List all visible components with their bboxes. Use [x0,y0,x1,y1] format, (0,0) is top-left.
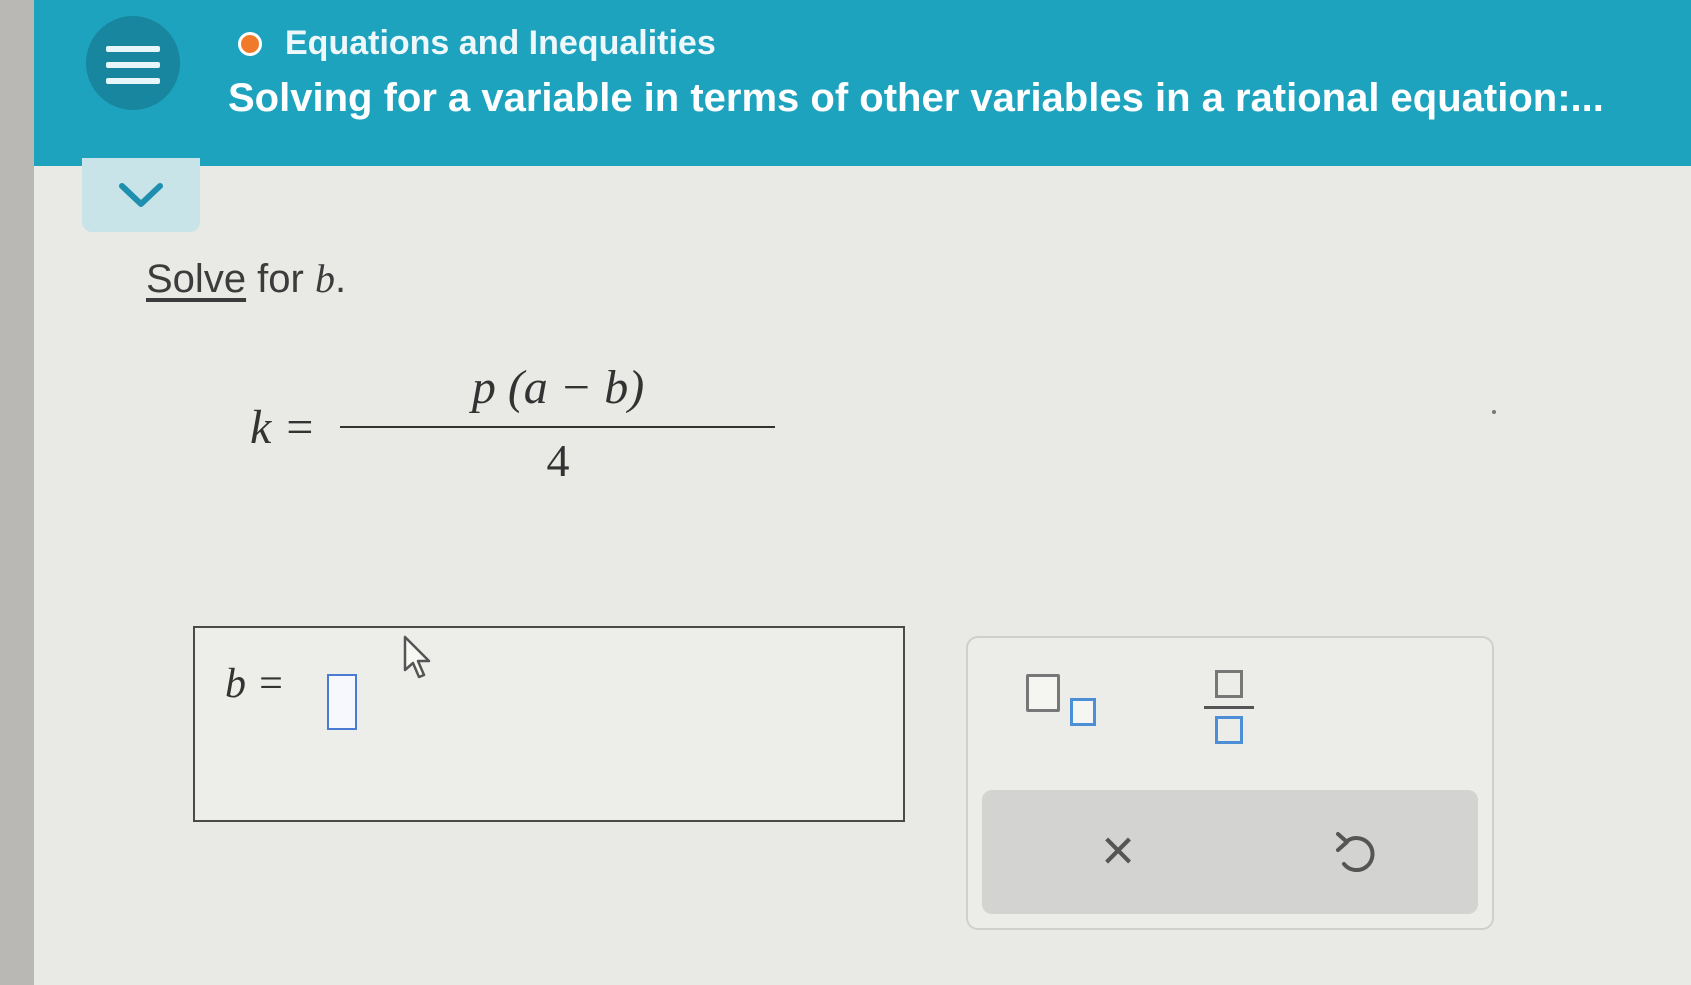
fraction-template-button[interactable] [1204,670,1254,750]
hamburger-menu-icon [106,46,160,52]
action-bar: × [982,790,1478,914]
subscript-template-button[interactable] [1026,674,1106,734]
answer-input[interactable] [327,674,357,730]
chevron-down-icon [119,183,163,207]
equation-lhs: k = [250,401,316,454]
prompt-period: . [334,257,347,301]
collapse-toggle-button[interactable] [82,158,200,232]
clear-button[interactable]: × [1078,818,1158,884]
mouse-pointer-icon [403,635,431,679]
screen-edge [0,0,34,985]
undo-button[interactable] [1316,816,1396,886]
page-title: Solving for a variable in terms of other… [228,76,1604,120]
undo-icon [1336,832,1375,873]
prompt-variable: b [314,256,335,301]
status-dot-icon [238,32,262,56]
screen-speck [1492,410,1496,414]
close-icon: × [1101,818,1135,883]
problem-prompt: Solve for b. [146,255,346,302]
equation-numerator: p (a − b) [471,361,645,414]
prompt-text: for [246,257,315,301]
answer-label: b = [225,661,285,707]
solve-link[interactable]: Solve [146,257,246,301]
subscript-template-icon [1026,674,1060,712]
fraction-bar [340,426,775,428]
answer-area[interactable]: b = [193,626,905,822]
math-toolbar: × [966,636,1494,930]
menu-button[interactable] [86,16,180,110]
topic-title: Equations and Inequalities [285,24,716,62]
equation-denominator: 4 [546,435,570,486]
fraction-template-icon [1215,670,1243,698]
